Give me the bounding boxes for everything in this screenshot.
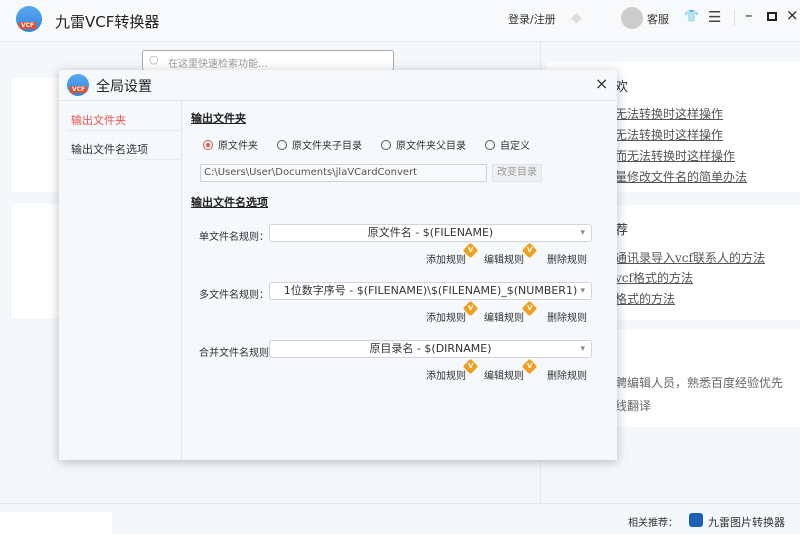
- menu-icon[interactable]: ☰: [708, 8, 721, 26]
- article-link[interactable]: 格式的方法: [615, 290, 675, 307]
- dialog-sidebar: 输出文件夹 输出文件名选项: [59, 101, 182, 460]
- rule-select[interactable]: 1位数字序号 - $(FILENAME)\$(FILENAME)_$(NUMBE…: [269, 282, 592, 300]
- dialog-close-icon[interactable]: ×: [595, 74, 608, 93]
- edit-rule-button[interactable]: 编辑规则: [484, 367, 524, 382]
- image-converter-icon[interactable]: [689, 513, 703, 527]
- related-label: 相关推荐：: [628, 518, 678, 529]
- article-link[interactable]: 无法转换时这样操作: [615, 105, 723, 122]
- rule-select[interactable]: 原文件名 - $(FILENAME): [269, 224, 592, 242]
- delete-rule-button[interactable]: 删除规则: [547, 251, 587, 266]
- output-path-field[interactable]: C:\Users\User\Documents\jlaVCardConvert: [200, 164, 487, 182]
- delete-rule-button[interactable]: 删除规则: [547, 367, 587, 382]
- maximize-icon[interactable]: [767, 12, 777, 21]
- edit-rule-button[interactable]: 编辑规则: [484, 251, 524, 266]
- global-settings-dialog: 全局设置 × 输出文件夹 输出文件名选项 输出文件夹 原文件夹 原文件夹子目录 …: [59, 70, 617, 460]
- notice-text[interactable]: 聘编辑人员，熟悉百度经验优先: [615, 374, 783, 391]
- related-app-link[interactable]: 九雷图片转换器: [708, 514, 785, 530]
- search-icon: ○: [149, 53, 159, 66]
- app-logo: [16, 6, 42, 32]
- delete-rule-button[interactable]: 删除规则: [547, 309, 587, 324]
- sidebar-item-output-folder[interactable]: 输出文件夹: [67, 101, 182, 131]
- add-rule-button[interactable]: 添加规则: [426, 367, 466, 382]
- dialog-header: 全局设置 ×: [59, 70, 617, 101]
- support-avatar-icon[interactable]: [621, 7, 643, 29]
- add-rule-button[interactable]: 添加规则: [426, 309, 466, 324]
- login-link[interactable]: 登录/注册: [508, 11, 556, 27]
- radio-parent-folder[interactable]: 原文件夹父目录: [381, 137, 466, 152]
- title-bar: 九雷VCF转换器 登录/注册 ◆ 客服 👕 ☰ – ×: [0, 0, 800, 42]
- support-link[interactable]: 客服: [647, 11, 669, 27]
- dialog-title: 全局设置: [96, 79, 152, 95]
- rule-value: 原目录名 - $(DIRNAME): [369, 342, 492, 355]
- vip-badge-icon: V: [521, 242, 538, 259]
- divider: [734, 10, 735, 26]
- article-link[interactable]: 通讯录导入vcf联系人的方法: [615, 249, 765, 266]
- radio-original-folder[interactable]: 原文件夹: [203, 137, 258, 152]
- footer: 相关推荐： 九雷图片转换器: [0, 503, 800, 534]
- close-icon[interactable]: ×: [786, 6, 799, 24]
- minimize-icon[interactable]: –: [745, 6, 753, 24]
- app-title: 九雷VCF转换器: [55, 13, 160, 31]
- radio-subfolder[interactable]: 原文件夹子目录: [277, 137, 362, 152]
- add-rule-button[interactable]: 添加规则: [426, 251, 466, 266]
- article-link[interactable]: vcf格式的方法: [615, 269, 693, 286]
- radio-custom[interactable]: 自定义: [485, 137, 530, 152]
- search-placeholder: 在这里快速检索功能...: [168, 59, 268, 70]
- section-heading-folder: 输出文件夹: [191, 112, 246, 125]
- rule-label: 单文件名规则：: [199, 232, 269, 243]
- vip-badge-icon: V: [521, 358, 538, 375]
- search-input[interactable]: ○ 在这里快速检索功能...: [142, 50, 394, 71]
- edit-rule-button[interactable]: 编辑规则: [484, 309, 524, 324]
- change-directory-button[interactable]: 改变目录: [492, 164, 542, 182]
- article-link[interactable]: 而无法转换时这样操作: [615, 147, 735, 164]
- vip-badge-icon: V: [521, 300, 538, 317]
- rule-value: 原文件名 - $(FILENAME): [367, 226, 494, 239]
- article-link[interactable]: 量修改文件名的简单办法: [615, 168, 747, 185]
- vip-diamond-icon[interactable]: ◆: [571, 10, 582, 26]
- feature-card[interactable]: [12, 78, 62, 192]
- feature-card[interactable]: [12, 204, 62, 318]
- notice-text[interactable]: 线翻译: [615, 397, 651, 414]
- dialog-logo: [67, 74, 89, 96]
- status-area: [0, 512, 112, 534]
- skin-shirt-icon[interactable]: 👕: [684, 9, 699, 23]
- rule-value: 1位数字序号 - $(FILENAME)\$(FILENAME)_$(NUMBE…: [283, 284, 578, 297]
- article-link[interactable]: 无法转换时这样操作: [615, 126, 723, 143]
- rule-select[interactable]: 原目录名 - $(DIRNAME): [269, 340, 592, 358]
- sidebar-item-filename-options[interactable]: 输出文件名选项: [67, 131, 182, 160]
- section-heading-filename: 输出文件名选项: [191, 196, 268, 209]
- rule-label: 多文件名规则：: [199, 290, 269, 301]
- rule-label: 合并文件名规则：: [199, 348, 279, 359]
